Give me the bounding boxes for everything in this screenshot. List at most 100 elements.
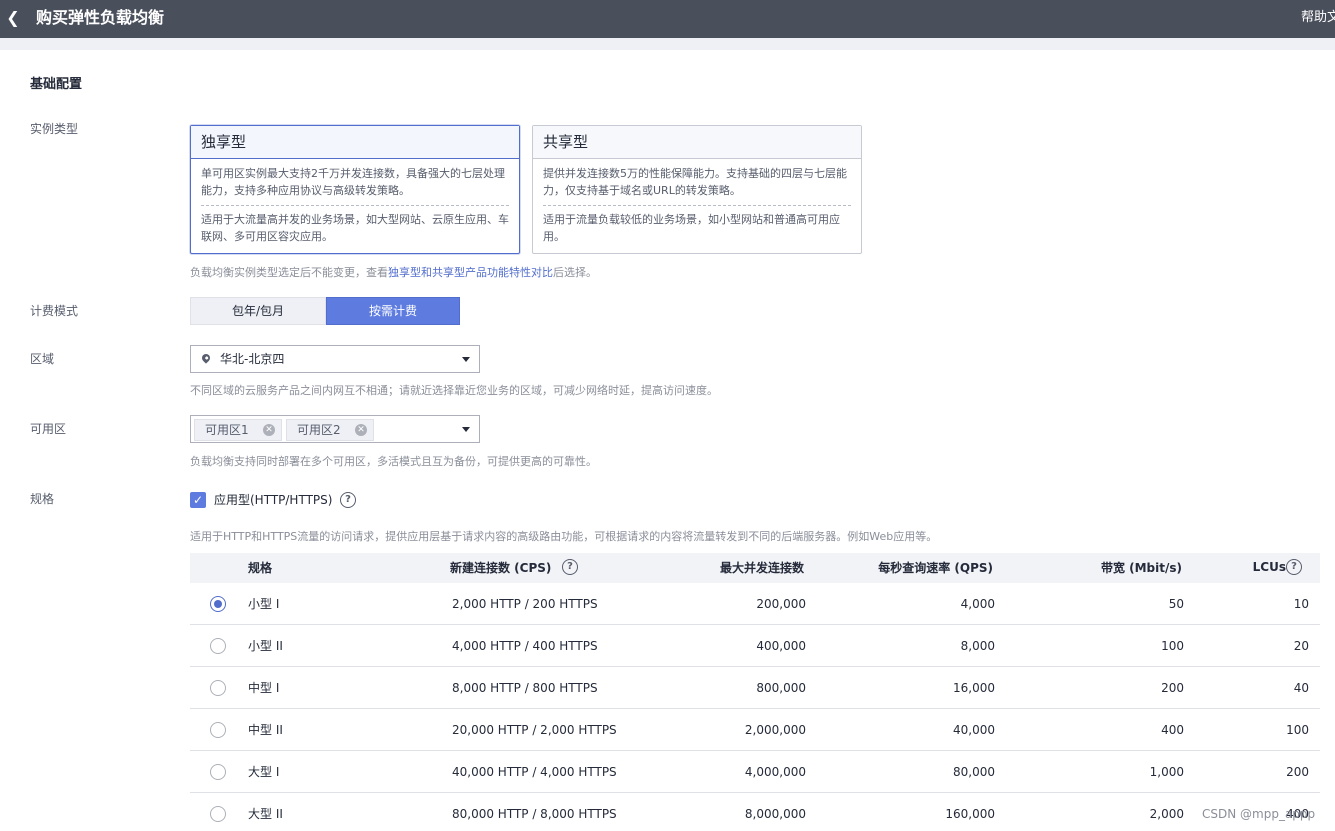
card-title: 共享型 [533,126,861,159]
table-cell: 50 [1168,597,1184,611]
table-cell: 中型 II [248,723,283,737]
location-pin-icon [200,352,212,364]
spec-desc: 适用于HTTP和HTTPS流量的访问请求，提供应用层基于请求内容的高级路由功能，… [190,530,938,543]
column-header: 每秒查询速率 (QPS) [878,561,993,575]
table-cell: 小型 I [248,597,280,611]
table-cell: 100 [1286,723,1309,737]
billing-label: 计费模式 [30,304,79,318]
table-row[interactable]: 小型 II 4,000 HTTP / 400 HTTPS 400,000 8,000 1… [190,625,1320,667]
table-cell: 2,000 HTTP / 200 HTTPS [452,597,598,611]
hint-text: 负载均衡实例类型选定后不能变更，查看 [190,266,388,279]
az-tag-label: 可用区2 [297,423,341,437]
table-cell: 80,000 [953,765,995,779]
column-header: 带宽 (Mbit/s) [1100,561,1182,575]
card-scene: 适用于流量负载较低的业务场景，如小型网站和普通高可用应用。 [543,213,840,243]
card-scene: 适用于大流量高并发的业务场景，如大型网站、云原生应用、车联网、多可用区容灾应用。 [201,213,509,243]
table-cell: 160,000 [945,807,995,821]
spec-checkbox[interactable]: ✓ [190,492,206,508]
table-cell: 400 [1161,723,1184,737]
table-cell: 200,000 [756,597,806,611]
column-header: 规格 [248,561,273,575]
az-tag-label: 可用区1 [205,423,249,437]
table-cell: 400,000 [756,639,806,653]
table-cell: 2,000 [1149,807,1184,821]
table-cell: 80,000 HTTP / 8,000 HTTPS [452,807,617,821]
table-row[interactable]: 中型 I 8,000 HTTP / 800 HTTPS 800,000 16,000 2… [190,667,1320,709]
table-cell: 20 [1293,639,1309,653]
card-desc: 提供并发连接数5万的性能保障能力。支持基础的四层与七层能力，仅支持基于域名或UR… [543,167,847,197]
spec-radio[interactable] [210,596,226,612]
section-title: 基础配置 [30,77,83,92]
table-cell: 40 [1293,681,1309,695]
table-cell: 小型 II [248,639,283,653]
az-label: 可用区 [30,422,67,436]
table-cell: 4,000 [960,597,995,611]
column-header: 最大并发连接数 [719,561,804,575]
spec-label: 规格 [30,492,55,506]
table-cell: 20,000 HTTP / 2,000 HTTPS [452,723,617,737]
instance-type-hint: 负载均衡实例类型选定后不能变更，查看独享型和共享型产品功能特性对比后选择。 [190,266,597,280]
card-desc: 单可用区实例最大支持2千万并发连接数，具备强大的七层处理能力，支持多种应用协议与… [201,167,505,197]
help-link[interactable]: 帮助文 [1301,10,1335,26]
close-icon[interactable]: ✕ [355,424,367,436]
instance-type-card-shared[interactable]: 共享型 提供并发连接数5万的性能保障能力。支持基础的四层与七层能力，仅支持基于域… [532,125,862,254]
help-circle-icon[interactable]: ? [1286,559,1302,575]
caret-down-icon [462,357,470,362]
table-row[interactable]: 中型 II 20,000 HTTP / 2,000 HTTPS 2,000,000 4… [190,709,1320,751]
column-header: LCUs [1252,560,1286,574]
az-hint: 负载均衡支持同时部署在多个可用区，多活模式且互为备份，可提供更高的可靠性。 [190,455,597,468]
caret-down-icon [462,427,470,432]
table-cell: 800,000 [756,681,806,695]
table-cell: 100 [1161,639,1184,653]
table-cell: 2,000,000 [744,723,806,737]
watermark: CSDN @mpp_appp [1202,807,1316,821]
table-cell: 1,000 [1149,765,1184,779]
az-tag: 可用区2 ✕ [286,419,374,441]
help-circle-icon[interactable]: ? [340,492,356,508]
table-row[interactable]: 小型 I 2,000 HTTP / 200 HTTPS 200,000 4,000 50… [190,583,1320,625]
help-circle-icon[interactable]: ? [562,559,578,575]
spec-radio[interactable] [210,680,226,696]
divider [201,205,509,206]
region-label: 区域 [30,352,55,366]
spec-radio[interactable] [210,764,226,780]
table-row[interactable]: 大型 I 40,000 HTTP / 4,000 HTTPS 4,000,000 80… [190,751,1320,793]
table-cell: 40,000 HTTP / 4,000 HTTPS [452,765,617,779]
instance-type-card-dedicated[interactable]: 独享型 单可用区实例最大支持2千万并发连接数，具备强大的七层处理能力，支持多种应… [190,125,520,254]
table-cell: 40,000 [953,723,995,737]
table-cell: 8,000 [960,639,995,653]
table-cell: 大型 II [248,807,283,821]
close-icon[interactable]: ✕ [263,424,275,436]
table-cell: 8,000,000 [744,807,806,821]
spec-checkbox-label[interactable]: 应用型(HTTP/HTTPS) [214,493,332,507]
table-cell: 10 [1293,597,1309,611]
table-cell: 4,000,000 [744,765,806,779]
spec-radio[interactable] [210,722,226,738]
instance-type-label: 实例类型 [30,122,79,136]
az-select[interactable]: 可用区1 ✕ 可用区2 ✕ [190,415,480,443]
hint-text: 后选择。 [553,266,597,279]
billing-option-on-demand[interactable]: 按需计费 [326,297,460,325]
table-header: 规格 新建连接数 (CPS) ? 最大并发连接数 每秒查询速率 (QPS) 带宽… [190,553,1320,583]
table-cell: 大型 I [248,765,280,779]
table-cell: 16,000 [953,681,995,695]
chevron-left-icon[interactable]: ❮ [5,7,21,29]
region-select[interactable]: 华北-北京四 [190,345,480,373]
region-value: 华北-北京四 [220,352,285,366]
compare-link[interactable]: 独享型和共享型产品功能特性对比 [388,266,553,279]
billing-option-yearly[interactable]: 包年/包月 [190,297,326,325]
spec-radio[interactable] [210,638,226,654]
table-cell: 200 [1286,765,1309,779]
region-hint: 不同区域的云服务产品之间内网互不相通；请就近选择靠近您业务的区域，可减少网络时延… [190,384,718,397]
spec-radio[interactable] [210,806,226,822]
table-cell: 200 [1161,681,1184,695]
page-title: 购买弹性负载均衡 [36,8,165,27]
column-header: 新建连接数 (CPS) [450,561,552,575]
table-cell: 8,000 HTTP / 800 HTTPS [452,681,598,695]
table-row[interactable]: 大型 II 80,000 HTTP / 8,000 HTTPS 8,000,000 1… [190,793,1320,831]
top-bar: ❮ 购买弹性负载均衡 帮助文 [0,0,1335,38]
divider [543,205,851,206]
az-tag: 可用区1 ✕ [194,419,282,441]
table-cell: 中型 I [248,681,280,695]
card-title: 独享型 [191,126,519,159]
